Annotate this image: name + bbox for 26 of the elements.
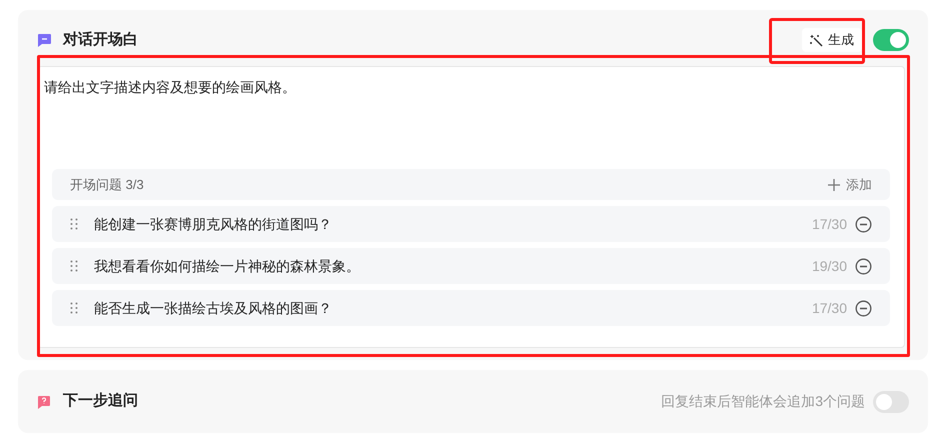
section-title: 下一步追问 [63, 391, 138, 412]
section-title: 对话开场白 [63, 30, 138, 50]
chat-bubble-icon [37, 32, 52, 48]
follow-up-hint: 回复结束后智能体会追加3个问题 [661, 392, 865, 411]
plus-icon [828, 178, 840, 190]
question-text: 我想看看你如何描绘一片神秘的森林景象。 [94, 256, 360, 276]
question-bubble-icon [37, 394, 51, 408]
character-count: 19/30 [812, 256, 847, 276]
remove-icon[interactable] [855, 258, 872, 274]
drag-handle-icon[interactable] [70, 302, 78, 314]
character-count: 17/30 [812, 298, 847, 318]
character-count: 17/30 [812, 214, 847, 234]
opening-text: 请给出文字描述内容及想要的绘画风格。 [44, 78, 297, 97]
toggle-switch[interactable] [873, 29, 909, 51]
drag-handle-icon[interactable] [70, 218, 78, 230]
toggle-switch[interactable] [873, 390, 909, 412]
remove-icon[interactable] [855, 216, 872, 232]
question-text: 能创建一张赛博朋克风格的街道图吗？ [94, 214, 332, 234]
drag-handle-icon[interactable] [70, 260, 78, 272]
remove-icon[interactable] [855, 300, 872, 316]
add-question-button[interactable]: 添加 [828, 174, 872, 194]
question-text: 能否生成一张描绘古埃及风格的图画？ [94, 298, 332, 318]
magic-wand-icon [810, 34, 823, 46]
generate-button[interactable]: 生成 [802, 28, 862, 52]
questions-count-label: 开场问题 3/3 [70, 176, 144, 194]
message-field[interactable]: 请给出文字描述内容及想要的绘画风格。 开场问题 3/3 添加 能创建一张赛博朋克风格的街道图吗？ 17/30 我想看看你如何描绘一片神秘的森林景象。 19/30 能否生成一张描绘古埃及风格的图画？ 17/30 [37, 66, 905, 348]
